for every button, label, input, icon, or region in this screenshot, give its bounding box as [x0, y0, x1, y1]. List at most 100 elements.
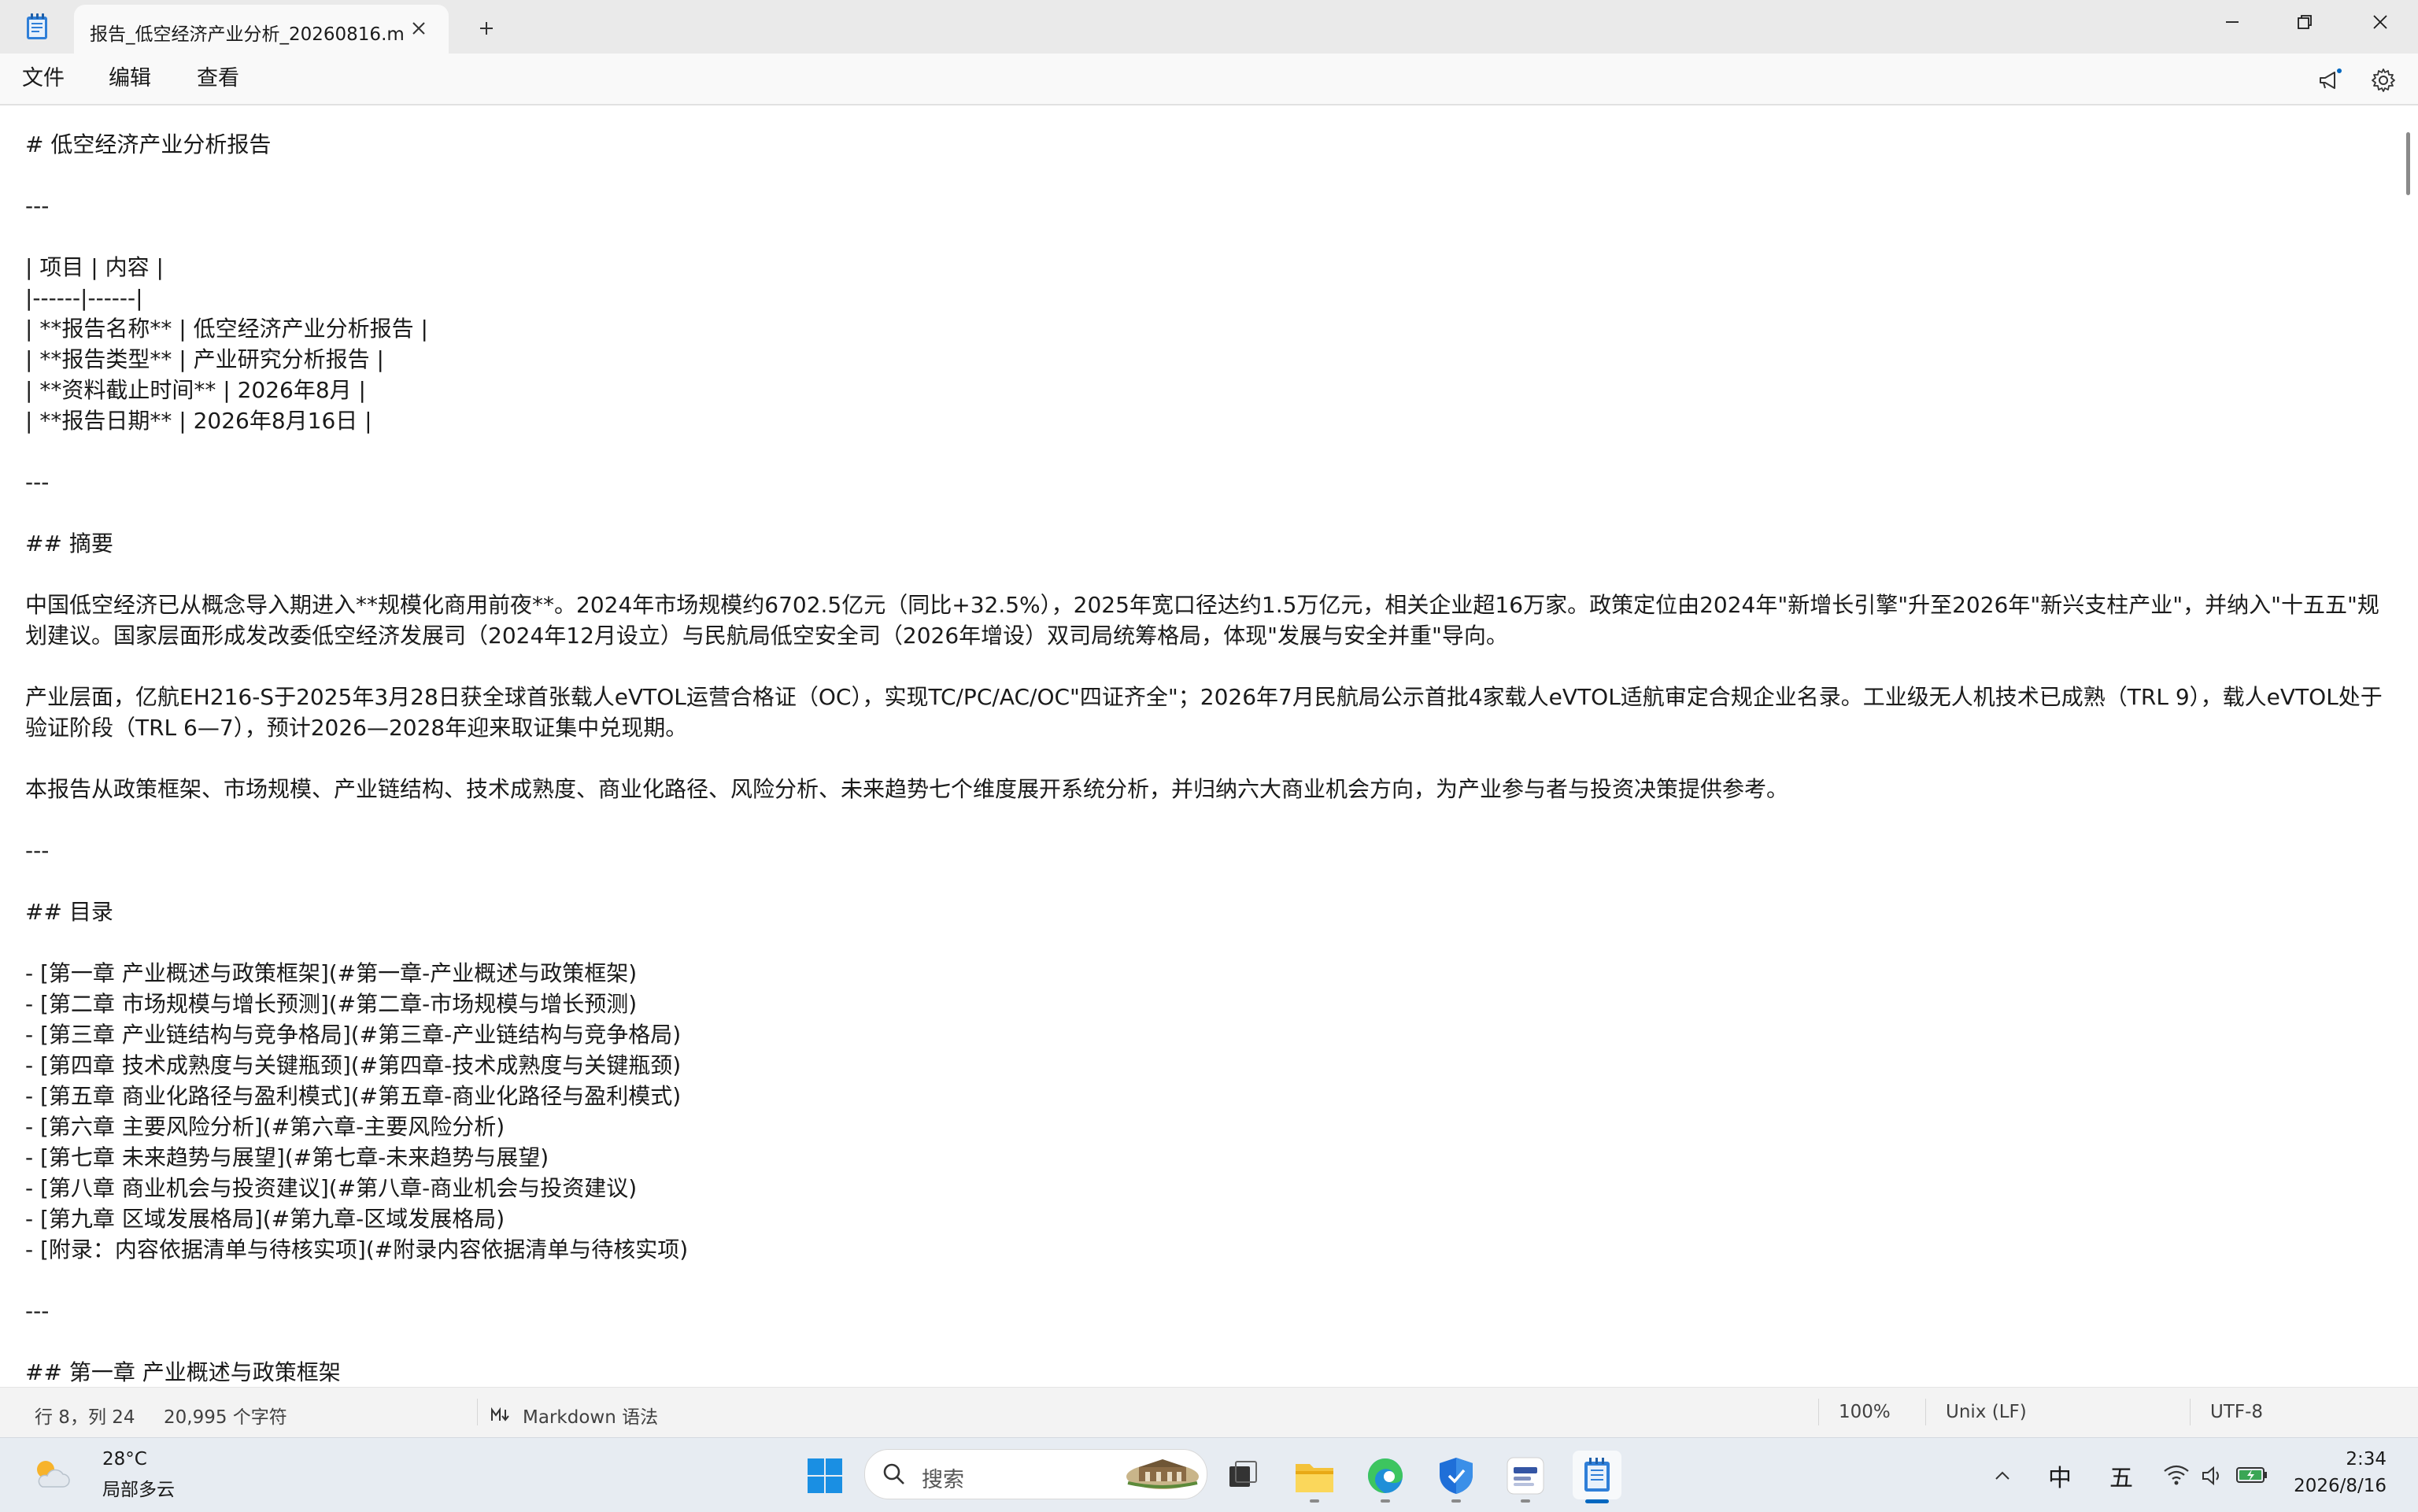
partly-cloudy-icon — [28, 1452, 72, 1496]
ime-language[interactable]: 中 — [2048, 1458, 2072, 1493]
text-line: | **报告日期** | 2026年8月16日 | — [25, 408, 372, 434]
text-line: |------|------| — [25, 285, 143, 311]
text-line: ## 第一章 产业概述与政策框架 — [25, 1359, 341, 1385]
text-line: - [第二章 市场规模与增长预测](#第二章-市场规模与增长预测) — [25, 991, 638, 1017]
character-count: 20,995 个字符 — [164, 1407, 287, 1428]
text-line: --- — [25, 837, 50, 863]
tab-document[interactable]: 报告_低空经济产业分析_20260816.md — [74, 5, 449, 54]
speaker-icon — [2201, 1465, 2224, 1490]
text-line — [25, 436, 2387, 467]
running-indicator — [1310, 1499, 1319, 1503]
text-line: | **资料截止时间** | 2026年8月 | — [25, 377, 366, 403]
ime-mode[interactable]: 五 — [2109, 1458, 2133, 1493]
text-line — [25, 1265, 2387, 1296]
text-line — [25, 160, 2387, 190]
text-line — [25, 221, 2387, 252]
running-indicator — [1451, 1499, 1461, 1503]
text-line: - [第三章 产业链结构与竞争格局](#第三章-产业链结构与竞争格局) — [25, 1022, 682, 1048]
text-line: --- — [25, 469, 50, 495]
close-window-icon[interactable] — [2344, 0, 2416, 44]
windows-start-icon[interactable] — [803, 1454, 847, 1498]
text-line: - [第四章 技术成熟度与关键瓶颈](#第四章-技术成熟度与关键瓶颈) — [25, 1052, 682, 1078]
task-view-icon[interactable] — [1222, 1454, 1266, 1498]
scrollbar-thumb[interactable] — [2406, 132, 2410, 195]
chevron-up-icon[interactable] — [1988, 1454, 2017, 1498]
status-separator — [1818, 1399, 1819, 1425]
taskbar: 28°C 局部多云 搜索 中 五 2:34 2026/8/16 — [0, 1437, 2418, 1512]
text-line: - [第九章 区域发展格局](#第九章-区域发展格局) — [25, 1206, 505, 1232]
text-line: 产业层面，亿航EH216-S于2025年3月28日获全球首张载人eVTOL运营合… — [25, 684, 2383, 741]
battery-charging-icon — [2235, 1465, 2268, 1488]
status-separator — [1925, 1399, 1926, 1425]
text-line: --- — [25, 1298, 50, 1324]
status-bar: 行 8，列 24 20,995 个字符 Markdown 语法 100% Uni… — [0, 1387, 2418, 1438]
security-shield-icon[interactable] — [1434, 1454, 1478, 1498]
text-line: - [第一章 产业概述与政策框架](#第一章-产业概述与政策框架) — [25, 960, 638, 986]
menu-bar: 文件 编辑 查看 — [0, 54, 2418, 105]
text-line: - [第五章 商业化路径与盈利模式](#第五章-商业化路径与盈利模式) — [25, 1083, 682, 1109]
document-text[interactable]: # 低空经济产业分析报告 --- | 项目 | 内容 | |------|------… — [25, 129, 2387, 1387]
wifi-icon — [2163, 1463, 2190, 1490]
megaphone-icon[interactable] — [2313, 63, 2347, 98]
status-separator — [477, 1399, 478, 1425]
close-tab-icon[interactable] — [405, 14, 433, 43]
running-indicator — [1521, 1499, 1530, 1503]
text-line: - [第六章 主要风险分析](#第六章-主要风险分析) — [25, 1114, 505, 1140]
text-line — [25, 927, 2387, 958]
text-line: | **报告名称** | 低空经济产业分析报告 | — [25, 316, 428, 342]
text-line: ## 目录 — [25, 899, 113, 925]
syntax-label: Markdown 语法 — [523, 1407, 659, 1428]
menu-file[interactable]: 文件 — [22, 63, 65, 94]
tab-title: 报告_低空经济产业分析_20260816.md — [90, 24, 405, 45]
file-explorer-icon[interactable] — [1292, 1454, 1337, 1498]
markdown-syntax[interactable]: Markdown 语法 — [490, 1402, 658, 1429]
text-line — [25, 743, 2387, 774]
network-sound-battery-group[interactable] — [2163, 1454, 2281, 1498]
text-line: # 低空经济产业分析报告 — [25, 131, 272, 157]
menu-view[interactable]: 查看 — [197, 63, 239, 94]
weather-widget[interactable]: 28°C 局部多云 — [24, 1438, 181, 1512]
markdown-icon — [490, 1406, 513, 1425]
text-editor[interactable]: # 低空经济产业分析报告 --- | 项目 | 内容 | |------|------… — [0, 105, 2401, 1387]
menu-edit[interactable]: 编辑 — [109, 63, 151, 94]
clock[interactable]: 2:34 2026/8/16 — [2294, 1438, 2418, 1512]
notepad-taskbar-icon[interactable] — [1573, 1451, 1621, 1499]
text-line: 中国低空经济已从概念导入期进入**规模化商用前夜**。2024年市场规模约670… — [25, 592, 2379, 649]
zoom-level[interactable]: 100% — [1839, 1402, 1891, 1422]
status-separator — [2190, 1399, 2191, 1425]
text-line: - [附录：内容依据清单与待核实项](#附录内容依据清单与待核实项) — [25, 1237, 689, 1262]
line-ending[interactable]: Unix (LF) — [1946, 1402, 2027, 1422]
title-bar: 报告_低空经济产业分析_20260816.md — [0, 0, 2418, 54]
text-line: - [第八章 商业机会与投资建议](#第八章-商业机会与投资建议) — [25, 1175, 638, 1201]
search-highlight-image-icon — [1125, 1458, 1200, 1491]
edge-browser-icon[interactable] — [1363, 1454, 1407, 1498]
taskbar-search[interactable]: 搜索 — [864, 1449, 1207, 1499]
text-line — [25, 497, 2387, 528]
text-line — [25, 866, 2387, 896]
new-tab-plus-icon[interactable] — [472, 14, 501, 43]
search-placeholder: 搜索 — [922, 1468, 964, 1492]
cursor-position: 行 8，列 24 — [35, 1407, 135, 1428]
clock-time: 2:34 — [2346, 1449, 2387, 1469]
text-line: - [第七章 未来趋势与展望](#第七章-未来趋势与展望) — [25, 1144, 549, 1170]
restore-icon[interactable] — [2268, 0, 2341, 44]
weather-description: 局部多云 — [102, 1480, 175, 1500]
notepad-icon — [24, 13, 50, 41]
text-line: | **报告类型** | 产业研究分析报告 | — [25, 346, 384, 372]
text-line: | 项目 | 内容 | — [25, 254, 164, 280]
text-line — [25, 1326, 2387, 1357]
text-line: --- — [25, 193, 50, 219]
running-indicator — [1381, 1499, 1390, 1503]
clock-date: 2026/8/16 — [2294, 1476, 2387, 1496]
gear-icon[interactable] — [2366, 63, 2401, 98]
text-line — [25, 559, 2387, 590]
app-tile-icon[interactable] — [1503, 1454, 1547, 1498]
vertical-scrollbar[interactable] — [2401, 105, 2418, 1387]
text-line — [25, 804, 2387, 835]
minimize-icon[interactable] — [2196, 0, 2268, 44]
text-line — [25, 651, 2387, 682]
search-icon — [881, 1461, 908, 1488]
encoding[interactable]: UTF-8 — [2210, 1402, 2263, 1422]
weather-temperature: 28°C — [102, 1449, 147, 1469]
text-line: ## 摘要 — [25, 530, 113, 556]
